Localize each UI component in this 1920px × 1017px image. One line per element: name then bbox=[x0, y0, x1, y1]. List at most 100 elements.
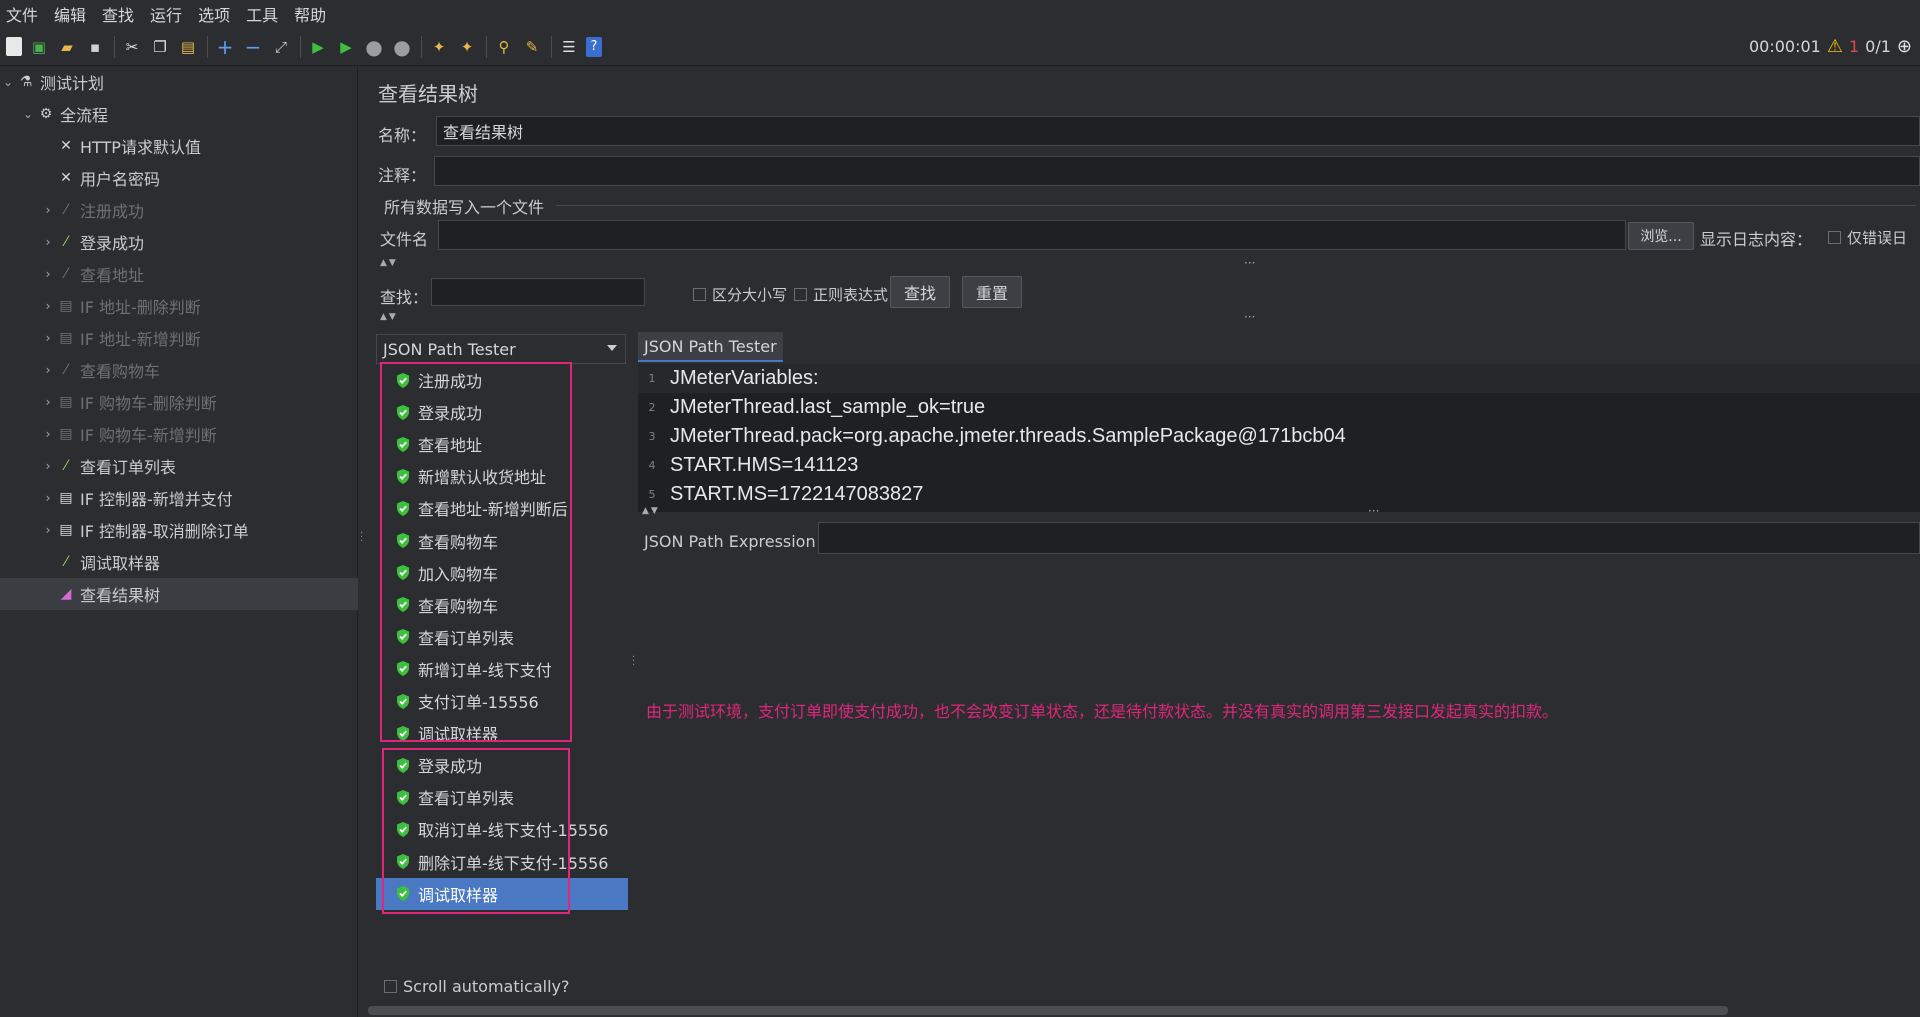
divider-arrows-icon[interactable]: ▲▼ bbox=[380, 312, 398, 322]
scroll-auto-checkbox[interactable]: Scroll automatically? bbox=[384, 977, 570, 996]
search-input[interactable] bbox=[431, 278, 645, 306]
tree-item-if-cancel-delete[interactable]: › ▤ IF 控制器-取消删除订单 bbox=[0, 514, 358, 546]
open-icon[interactable]: ▰ bbox=[56, 36, 78, 58]
main-splitter[interactable]: · · · bbox=[358, 66, 366, 1017]
errors-only-checkbox[interactable]: 仅错误日 bbox=[1828, 227, 1907, 248]
expand-arrow-icon[interactable]: › bbox=[40, 459, 56, 473]
cut-icon[interactable]: ✂ bbox=[121, 36, 143, 58]
errors-only-label: 仅错误日 bbox=[1847, 229, 1908, 247]
toggle-icon[interactable]: ⤢ bbox=[270, 36, 292, 58]
pipette-icon: ⁄ bbox=[64, 202, 68, 218]
expand-arrow-icon[interactable]: › bbox=[40, 331, 56, 345]
elapsed-time: 00:00:01 bbox=[1748, 37, 1821, 56]
tree-item-if-add-pay[interactable]: › ▤ IF 控制器-新增并支付 bbox=[0, 482, 358, 514]
tree-item-label: 注册成功 bbox=[80, 202, 145, 221]
code-line: 1 JMeterVariables: bbox=[638, 364, 1920, 393]
results-splitter[interactable]: · · · bbox=[630, 326, 638, 1016]
search-icon[interactable]: ⚲ bbox=[493, 36, 515, 58]
expand-arrow-icon[interactable]: › bbox=[40, 363, 56, 377]
tree-item-debug-sampler[interactable]: ⁄ 调试取样器 bbox=[0, 546, 358, 578]
response-viewer[interactable]: 1 JMeterVariables: 2 JMeterThread.last_s… bbox=[638, 364, 1920, 512]
reset-search-icon[interactable]: ✎ bbox=[521, 36, 543, 58]
group-border bbox=[556, 205, 1916, 206]
start-no-pause-icon[interactable]: ▶ bbox=[335, 36, 357, 58]
scroll-auto-label: Scroll automatically? bbox=[403, 977, 570, 996]
detail-divider[interactable]: ▲▼ ··· bbox=[638, 504, 1920, 518]
new-icon[interactable] bbox=[6, 37, 22, 56]
renderer-select[interactable]: JSON Path Tester bbox=[376, 334, 626, 364]
copy-icon[interactable]: ❐ bbox=[149, 36, 171, 58]
divider-arrows-icon[interactable]: ▲▼ bbox=[380, 258, 398, 268]
name-field[interactable]: 查看结果树 bbox=[436, 116, 1920, 146]
section-divider[interactable]: ▲▼ ··· bbox=[376, 256, 1920, 270]
filename-field[interactable] bbox=[438, 220, 1626, 250]
warning-icon[interactable]: ⚠ bbox=[1827, 36, 1843, 57]
expand-icon[interactable]: + bbox=[214, 35, 236, 59]
expand-arrow-icon[interactable]: › bbox=[40, 395, 56, 409]
expand-arrow-icon[interactable]: › bbox=[40, 427, 56, 441]
clear-icon[interactable]: ✦ bbox=[428, 36, 450, 58]
tree-item-test-plan[interactable]: ⌄ ⚗ 测试计划 bbox=[0, 66, 358, 98]
expand-arrow-icon[interactable]: › bbox=[40, 267, 56, 281]
find-button[interactable]: 查找 bbox=[890, 276, 950, 308]
tree-item-if-address-delete[interactable]: › ▤ IF 地址-删除判断 bbox=[0, 290, 358, 322]
code-text: JMeterThread.pack=org.apache.jmeter.thre… bbox=[670, 425, 1346, 447]
section-divider[interactable]: ▲▼ ··· bbox=[376, 310, 1920, 324]
tree-item-if-cart-delete[interactable]: › ▤ IF 购物车-删除判断 bbox=[0, 386, 358, 418]
tree-item-login[interactable]: › ⁄ 登录成功 bbox=[0, 226, 358, 258]
tree-item-thread-group[interactable]: ⌄ ⚙ 全流程 bbox=[0, 98, 358, 130]
browse-button[interactable]: 浏览... bbox=[1628, 222, 1694, 250]
help-icon[interactable]: ? bbox=[586, 36, 602, 57]
menu-edit[interactable]: 编辑 bbox=[54, 2, 86, 26]
divider-arrows-icon[interactable]: ▲▼ bbox=[642, 506, 660, 516]
expand-arrow-icon[interactable]: › bbox=[40, 203, 56, 217]
json-path-expression-input[interactable] bbox=[818, 522, 1920, 554]
shutdown-icon[interactable]: ● bbox=[391, 35, 413, 59]
function-helper-icon[interactable]: ☰ bbox=[558, 36, 580, 58]
tree-item-view-address[interactable]: › ⁄ 查看地址 bbox=[0, 258, 358, 290]
menu-help[interactable]: 帮助 bbox=[294, 2, 326, 26]
tree-item-view-cart[interactable]: › ⁄ 查看购物车 bbox=[0, 354, 358, 386]
page-title: 查看结果树 bbox=[378, 82, 478, 106]
tree-item-if-cart-add[interactable]: › ▤ IF 购物车-新增判断 bbox=[0, 418, 358, 450]
checkbox-box[interactable] bbox=[794, 288, 807, 301]
case-sensitive-checkbox[interactable]: 区分大小写 bbox=[693, 284, 787, 305]
expand-arrow-icon[interactable]: › bbox=[40, 523, 56, 537]
chevron-down-icon[interactable] bbox=[607, 345, 617, 351]
menu-options[interactable]: 选项 bbox=[198, 2, 230, 26]
expand-arrow-icon[interactable]: › bbox=[40, 299, 56, 313]
horizontal-scrollbar[interactable] bbox=[366, 1004, 1920, 1017]
code-text: START.MS=1722147083827 bbox=[670, 483, 924, 505]
scrollbar-thumb[interactable] bbox=[368, 1006, 1728, 1015]
tree-item-order-list[interactable]: › ⁄ 查看订单列表 bbox=[0, 450, 358, 482]
menu-tools[interactable]: 工具 bbox=[246, 2, 278, 26]
save-icon[interactable]: ▪ bbox=[84, 36, 106, 58]
tree-item-label: IF 控制器-新增并支付 bbox=[80, 490, 233, 509]
regex-checkbox[interactable]: 正则表达式 bbox=[794, 284, 888, 305]
tree-item-view-results-tree[interactable]: ◢ 查看结果树 bbox=[0, 578, 358, 610]
checkbox-box[interactable] bbox=[1828, 231, 1841, 244]
tab-json-path-tester[interactable]: JSON Path Tester bbox=[638, 332, 783, 362]
tree-item-register[interactable]: › ⁄ 注册成功 bbox=[0, 194, 358, 226]
flask-icon: ⚗ bbox=[19, 74, 33, 90]
templates-icon[interactable]: ▣ bbox=[28, 36, 50, 58]
menu-file[interactable]: 文件 bbox=[6, 2, 38, 26]
clear-all-icon[interactable]: ✦ bbox=[456, 36, 478, 58]
expand-arrow-icon[interactable]: › bbox=[40, 235, 56, 249]
reset-button[interactable]: 重置 bbox=[962, 276, 1022, 308]
collapse-arrow-icon[interactable]: ⌄ bbox=[0, 75, 16, 89]
menu-run[interactable]: 运行 bbox=[150, 2, 182, 26]
tree-item-credentials[interactable]: ✕ 用户名密码 bbox=[0, 162, 358, 194]
checkbox-box[interactable] bbox=[693, 288, 706, 301]
paste-icon[interactable]: ▤ bbox=[177, 36, 199, 58]
start-icon[interactable]: ▶ bbox=[307, 36, 329, 58]
tree-item-if-address-add[interactable]: › ▤ IF 地址-新增判断 bbox=[0, 322, 358, 354]
checkbox-box[interactable] bbox=[384, 980, 397, 993]
collapse-arrow-icon[interactable]: ⌄ bbox=[20, 107, 36, 121]
collapse-icon[interactable]: − bbox=[242, 35, 264, 59]
comment-field[interactable] bbox=[434, 156, 1920, 186]
expand-arrow-icon[interactable]: › bbox=[40, 491, 56, 505]
menu-search[interactable]: 查找 bbox=[102, 2, 134, 26]
tree-item-http-defaults[interactable]: ✕ HTTP请求默认值 bbox=[0, 130, 358, 162]
stop-icon[interactable]: ● bbox=[363, 35, 385, 59]
